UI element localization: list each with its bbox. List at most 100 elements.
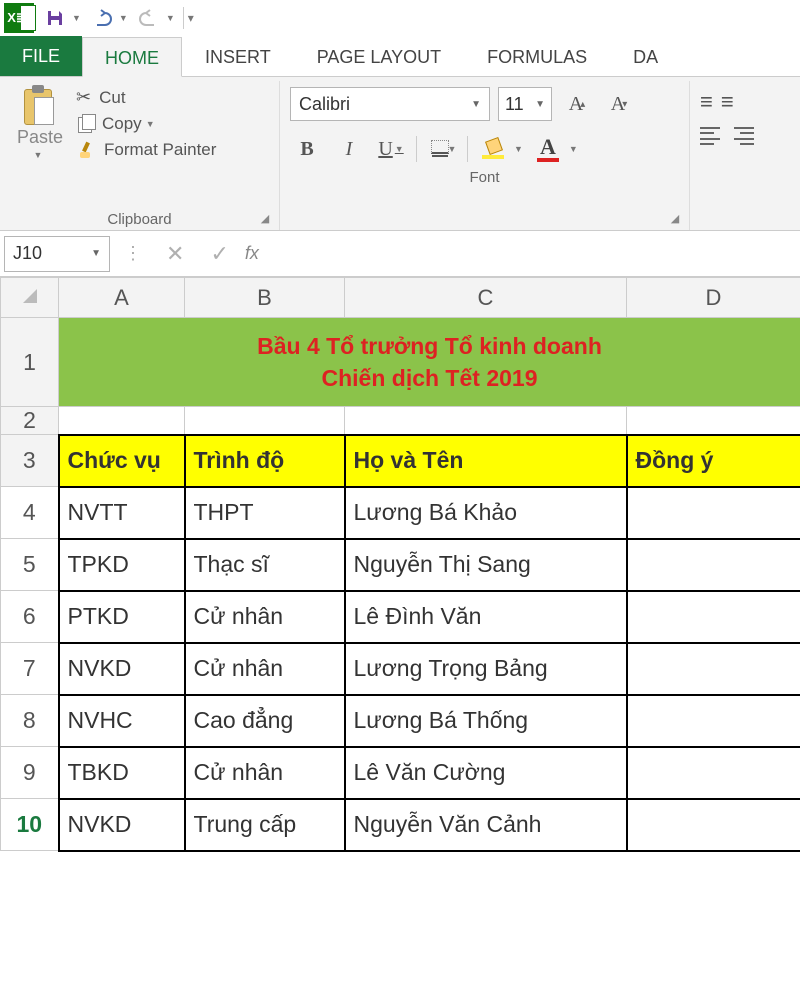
cell[interactable] bbox=[627, 591, 800, 643]
decrease-font-button[interactable]: A▾ bbox=[602, 88, 636, 120]
header-cell-a[interactable]: Chức vụ bbox=[59, 435, 185, 487]
header-cell-d[interactable]: Đồng ý bbox=[627, 435, 800, 487]
cell[interactable]: TPKD bbox=[59, 539, 185, 591]
col-header-c[interactable]: C bbox=[345, 278, 627, 318]
align-center-icon[interactable] bbox=[734, 125, 760, 147]
tab-insert[interactable]: INSERT bbox=[182, 36, 294, 76]
cut-button[interactable]: ✂ Cut bbox=[76, 87, 216, 108]
copy-dropdown-icon[interactable]: ▼ bbox=[146, 119, 155, 129]
clipboard-group-label: Clipboard bbox=[10, 207, 269, 230]
cell[interactable] bbox=[627, 487, 800, 539]
tab-file[interactable]: FILE bbox=[0, 36, 82, 76]
increase-font-button[interactable]: A▴ bbox=[560, 88, 594, 120]
cell[interactable]: Lê Đình Văn bbox=[345, 591, 627, 643]
font-size-select[interactable]: 11 ▼ bbox=[498, 87, 552, 121]
cell[interactable]: PTKD bbox=[59, 591, 185, 643]
fontcolor-dropdown-icon[interactable]: ▼ bbox=[569, 144, 578, 154]
cell[interactable] bbox=[627, 407, 800, 435]
cell[interactable]: Lương Bá Thống bbox=[345, 695, 627, 747]
cell[interactable]: NVKD bbox=[59, 799, 185, 851]
tab-page-layout[interactable]: PAGE LAYOUT bbox=[294, 36, 464, 76]
bold-button[interactable]: B bbox=[290, 133, 324, 165]
cell[interactable] bbox=[59, 407, 185, 435]
cell[interactable]: NVKD bbox=[59, 643, 185, 695]
paste-button[interactable]: Paste ▼ bbox=[10, 83, 70, 207]
format-painter-button[interactable]: Format Painter bbox=[76, 140, 216, 160]
cell[interactable] bbox=[345, 407, 627, 435]
row-header[interactable]: 5 bbox=[1, 539, 59, 591]
tab-home[interactable]: HOME bbox=[82, 37, 182, 77]
cell[interactable]: Lương Trọng Bảng bbox=[345, 643, 627, 695]
fill-dropdown-icon[interactable]: ▼ bbox=[514, 144, 523, 154]
border-button[interactable]: ▼ bbox=[425, 133, 459, 165]
cell[interactable]: Trung cấp bbox=[185, 799, 345, 851]
cancel-formula-button[interactable]: ✕ bbox=[156, 241, 194, 267]
font-name-select[interactable]: Calibri ▼ bbox=[290, 87, 490, 121]
font-color-button[interactable]: A bbox=[531, 133, 565, 165]
cell[interactable]: Cao đẳng bbox=[185, 695, 345, 747]
save-icon[interactable] bbox=[42, 5, 68, 31]
col-header-b[interactable]: B bbox=[185, 278, 345, 318]
italic-button[interactable]: I bbox=[332, 133, 366, 165]
underline-dropdown-icon[interactable]: ▼ bbox=[395, 144, 404, 154]
qat-dropdown-icon[interactable]: ▼ bbox=[72, 13, 81, 23]
cell[interactable]: Nguyễn Văn Cảnh bbox=[345, 799, 627, 851]
cell[interactable]: Cử nhân bbox=[185, 643, 345, 695]
name-box[interactable]: J10 ▼ bbox=[4, 236, 110, 272]
redo-icon[interactable] bbox=[136, 5, 162, 31]
underline-button[interactable]: U▼ bbox=[374, 133, 408, 165]
align-top-icon[interactable]: ≡ bbox=[700, 89, 713, 115]
tab-data[interactable]: DA bbox=[610, 36, 681, 76]
fx-icon[interactable]: fx bbox=[245, 243, 259, 264]
row-8: 8 NVHC Cao đẳng Lương Bá Thống bbox=[1, 695, 800, 747]
header-cell-c[interactable]: Họ và Tên bbox=[345, 435, 627, 487]
row-header[interactable]: 7 bbox=[1, 643, 59, 695]
formula-input[interactable] bbox=[265, 236, 796, 272]
cell[interactable]: Thạc sĩ bbox=[185, 539, 345, 591]
copy-button[interactable]: Copy ▼ bbox=[76, 114, 216, 134]
col-header-d[interactable]: D bbox=[627, 278, 800, 318]
row-header[interactable]: 6 bbox=[1, 591, 59, 643]
cell[interactable]: Cử nhân bbox=[185, 591, 345, 643]
cell[interactable]: Nguyễn Thị Sang bbox=[345, 539, 627, 591]
cell[interactable]: THPT bbox=[185, 487, 345, 539]
align-left-icon[interactable] bbox=[700, 125, 726, 147]
format-painter-label: Format Painter bbox=[104, 140, 216, 160]
undo-icon[interactable] bbox=[89, 5, 115, 31]
row-header[interactable]: 2 bbox=[1, 407, 59, 435]
undo-dropdown-icon[interactable]: ▼ bbox=[119, 13, 128, 23]
qat-separator bbox=[183, 7, 184, 29]
cell[interactable] bbox=[627, 747, 800, 799]
cell[interactable] bbox=[627, 643, 800, 695]
cell[interactable]: Lương Bá Khảo bbox=[345, 487, 627, 539]
row-header[interactable]: 1 bbox=[1, 318, 59, 407]
row-header[interactable]: 3 bbox=[1, 435, 59, 487]
row-3: 3 Chức vụ Trình độ Họ và Tên Đồng ý bbox=[1, 435, 800, 487]
align-middle-icon[interactable]: ≡ bbox=[721, 89, 734, 115]
row-header[interactable]: 4 bbox=[1, 487, 59, 539]
cell[interactable]: NVHC bbox=[59, 695, 185, 747]
paste-dropdown-icon[interactable]: ▼ bbox=[34, 150, 43, 160]
clipboard-dialog-launcher-icon[interactable]: ◢ bbox=[257, 210, 273, 226]
row-header[interactable]: 9 bbox=[1, 747, 59, 799]
cell[interactable] bbox=[185, 407, 345, 435]
tab-formulas[interactable]: FORMULAS bbox=[464, 36, 610, 76]
row-header[interactable]: 10 bbox=[1, 799, 59, 851]
fill-color-button[interactable] bbox=[476, 133, 510, 165]
header-cell-b[interactable]: Trình độ bbox=[185, 435, 345, 487]
redo-dropdown-icon[interactable]: ▼ bbox=[166, 13, 175, 23]
cell[interactable]: Lê Văn Cường bbox=[345, 747, 627, 799]
accept-formula-button[interactable]: ✓ bbox=[200, 241, 238, 267]
cell[interactable] bbox=[627, 799, 800, 851]
cell[interactable] bbox=[627, 695, 800, 747]
cell[interactable]: TBKD bbox=[59, 747, 185, 799]
cell[interactable]: Cử nhân bbox=[185, 747, 345, 799]
cell[interactable] bbox=[627, 539, 800, 591]
title-cell[interactable]: Bầu 4 Tổ trưởng Tổ kinh doanh Chiến dịch… bbox=[59, 318, 800, 407]
col-header-a[interactable]: A bbox=[59, 278, 185, 318]
row-header[interactable]: 8 bbox=[1, 695, 59, 747]
cell[interactable]: NVTT bbox=[59, 487, 185, 539]
select-all-corner[interactable] bbox=[1, 278, 59, 318]
font-dialog-launcher-icon[interactable]: ◢ bbox=[667, 210, 683, 226]
qat-customize-icon[interactable]: ▾ bbox=[188, 11, 194, 25]
